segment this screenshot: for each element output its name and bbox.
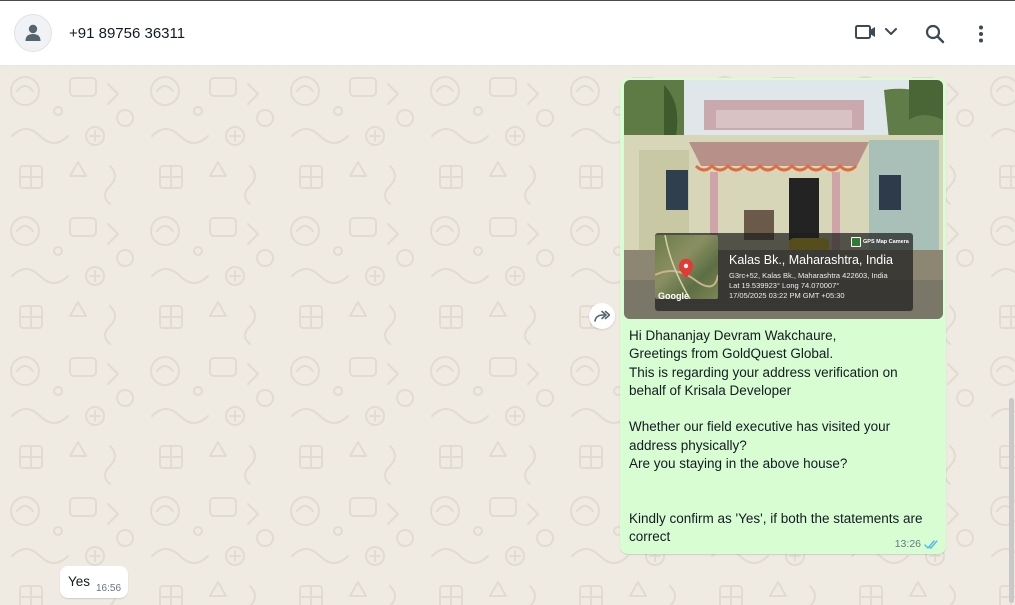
google-logo: Google [658, 291, 689, 301]
call-options-button[interactable] [884, 27, 898, 37]
forward-icon [594, 310, 610, 322]
incoming-message-text: Yes [68, 574, 91, 589]
chevron-down-icon [885, 28, 897, 35]
forward-button[interactable] [589, 303, 615, 329]
more-options-icon [979, 25, 983, 43]
contact-avatar[interactable] [14, 14, 52, 52]
double-check-read-icon [924, 539, 938, 549]
video-call-icon [855, 25, 875, 39]
video-call-button[interactable] [855, 24, 877, 40]
outgoing-message-text: Hi Dhananjay Devram Wakchaure, Greetings… [629, 328, 923, 545]
chat-scrollbar-thumb[interactable] [1009, 398, 1014, 603]
camera-icon [851, 237, 861, 247]
search-icon [925, 24, 945, 44]
chat-header: +91 89756 36311 [0, 0, 1015, 66]
person-icon [25, 24, 41, 41]
message-meta: 13:26 [895, 538, 940, 550]
gps-map-camera-badge: GPS Map Camera [851, 237, 909, 247]
search-button[interactable] [925, 24, 945, 44]
incoming-message-bubble[interactable]: Yes 16:56 [60, 566, 128, 598]
more-options-button[interactable] [978, 25, 984, 43]
gps-minimap [654, 234, 719, 300]
incoming-message-time: 16:56 [96, 583, 122, 594]
attached-photo[interactable]: Google GPS Map Camera Kalas Bk., Maharas… [624, 80, 943, 319]
gps-coordinates: Lat 19.539923° Long 74.070007° [729, 281, 840, 290]
gps-stamp-card: Google GPS Map Camera Kalas Bk., Maharas… [654, 233, 913, 311]
contact-name[interactable]: +91 89756 36311 [69, 25, 185, 42]
message-time: 13:26 [894, 538, 921, 550]
gps-address: G3rc+52, Kalas Bk., Maharashtra 422603, … [729, 271, 888, 280]
gps-datetime: 17/05/2025 03:22 PM GMT +05:30 [729, 291, 845, 300]
gps-location-title: Kalas Bk., Maharashtra, India [729, 253, 893, 267]
outgoing-message-bubble[interactable]: Google GPS Map Camera Kalas Bk., Maharas… [620, 78, 946, 554]
